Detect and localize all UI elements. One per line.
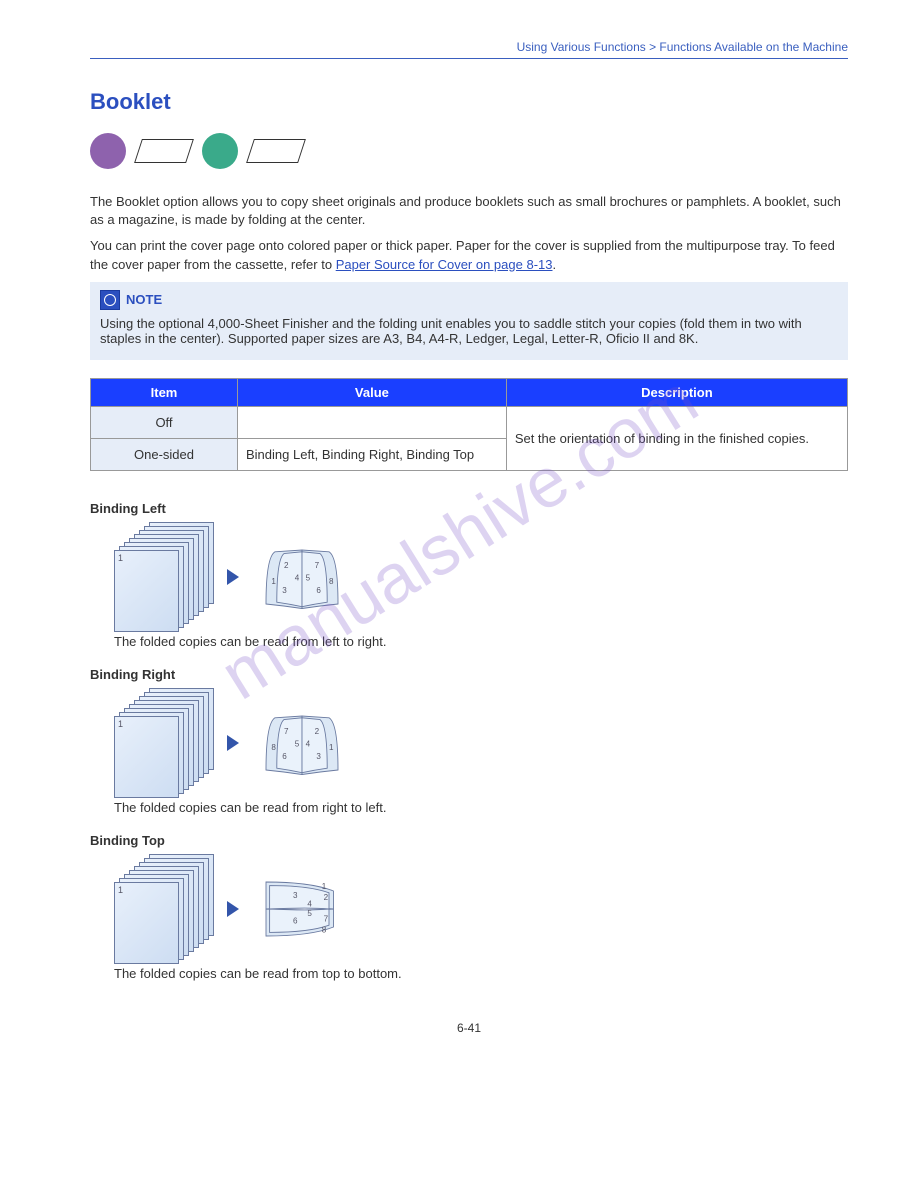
- page-number: 6-41: [90, 1021, 848, 1035]
- intro-paragraph-1: The Booklet option allows you to copy sh…: [90, 193, 848, 229]
- svg-text:6: 6: [282, 752, 287, 761]
- booklet-top: 1 2 3 4 5 6 7 8: [257, 871, 347, 947]
- binding-top-illustration: 8 7 6 5 4 3 2 1 1 2 3 4 5 6 7 8: [114, 854, 848, 964]
- svg-text:4: 4: [306, 739, 311, 748]
- note-box: NOTE Using the optional 4,000-Sheet Fini…: [90, 282, 848, 360]
- row-description: Set the orientation of binding in the fi…: [506, 406, 847, 470]
- th-item: Item: [91, 378, 238, 406]
- svg-text:4: 4: [295, 573, 300, 582]
- mode-icon-row: [90, 133, 848, 169]
- header-rule: [90, 58, 848, 59]
- svg-text:3: 3: [293, 891, 298, 900]
- row-onesided-label: One-sided: [91, 438, 238, 470]
- svg-text:6: 6: [293, 916, 298, 925]
- note-icon: [100, 290, 120, 310]
- svg-text:7: 7: [324, 914, 329, 923]
- booklet-right: 8 7 6 5 4 3 2 1: [257, 705, 347, 781]
- row-onesided-value: Binding Left, Binding Right, Binding Top: [238, 438, 507, 470]
- booklet-left: 1 2 3 4 5 6 7 8: [257, 539, 347, 615]
- svg-text:8: 8: [322, 925, 327, 934]
- mode-circle-purple: [90, 133, 126, 169]
- svg-text:7: 7: [315, 561, 320, 570]
- note-body: Using the optional 4,000-Sheet Finisher …: [100, 316, 838, 346]
- binding-left-caption: The folded copies can be read from left …: [114, 634, 848, 649]
- svg-text:5: 5: [307, 909, 312, 918]
- binding-left-head: Binding Left: [90, 501, 848, 516]
- svg-text:8: 8: [271, 743, 276, 752]
- svg-text:2: 2: [284, 561, 289, 570]
- paper-source-link[interactable]: Paper Source for Cover on page 8-13: [336, 257, 553, 272]
- sheet-num: 1: [118, 553, 123, 563]
- svg-text:2: 2: [315, 727, 320, 736]
- svg-text:7: 7: [284, 727, 289, 736]
- arrow-icon: [227, 735, 239, 751]
- row-off-label: Off: [91, 406, 238, 438]
- options-table: Item Value Description Off Set the orien…: [90, 378, 848, 471]
- note-label: NOTE: [126, 292, 162, 307]
- svg-text:5: 5: [295, 739, 300, 748]
- binding-right-head: Binding Right: [90, 667, 848, 682]
- svg-text:1: 1: [322, 882, 327, 891]
- binding-left-illustration: 8 7 6 5 4 3 2 1 1 2 3 4 5 6 7 8: [114, 522, 848, 632]
- mode-circle-green: [202, 133, 238, 169]
- svg-text:1: 1: [271, 577, 276, 586]
- sheet-num: 1: [118, 885, 123, 895]
- binding-right-caption: The folded copies can be read from right…: [114, 800, 848, 815]
- svg-text:3: 3: [316, 752, 321, 761]
- binding-right-illustration: 8 7 6 5 4 3 2 1 8 7 6 5 4 3 2 1: [114, 688, 848, 798]
- sheet-num: 1: [118, 719, 123, 729]
- sheet-stack-2: 8 7 6 5 4 3 2 1: [114, 688, 209, 798]
- row-off-value: [238, 406, 507, 438]
- binding-top-caption: The folded copies can be read from top t…: [114, 966, 848, 981]
- binding-top-head: Binding Top: [90, 833, 848, 848]
- svg-text:1: 1: [329, 743, 334, 752]
- sheet-stack-3: 8 7 6 5 4 3 2 1: [114, 854, 209, 964]
- intro-p2b: .: [553, 257, 557, 272]
- arrow-icon: [227, 901, 239, 917]
- svg-text:2: 2: [324, 893, 329, 902]
- section-title: Booklet: [90, 89, 848, 115]
- mode-shape-2: [246, 139, 306, 163]
- svg-text:4: 4: [307, 899, 312, 908]
- th-description: Description: [506, 378, 847, 406]
- th-value: Value: [238, 378, 507, 406]
- mode-shape-1: [134, 139, 194, 163]
- svg-text:3: 3: [282, 586, 287, 595]
- breadcrumb: Using Various Functions > Functions Avai…: [90, 40, 848, 54]
- svg-text:5: 5: [306, 573, 311, 582]
- intro-paragraph-2: You can print the cover page onto colore…: [90, 237, 848, 273]
- arrow-icon: [227, 569, 239, 585]
- svg-text:8: 8: [329, 577, 334, 586]
- sheet-stack-1: 8 7 6 5 4 3 2 1: [114, 522, 209, 632]
- svg-text:6: 6: [316, 586, 321, 595]
